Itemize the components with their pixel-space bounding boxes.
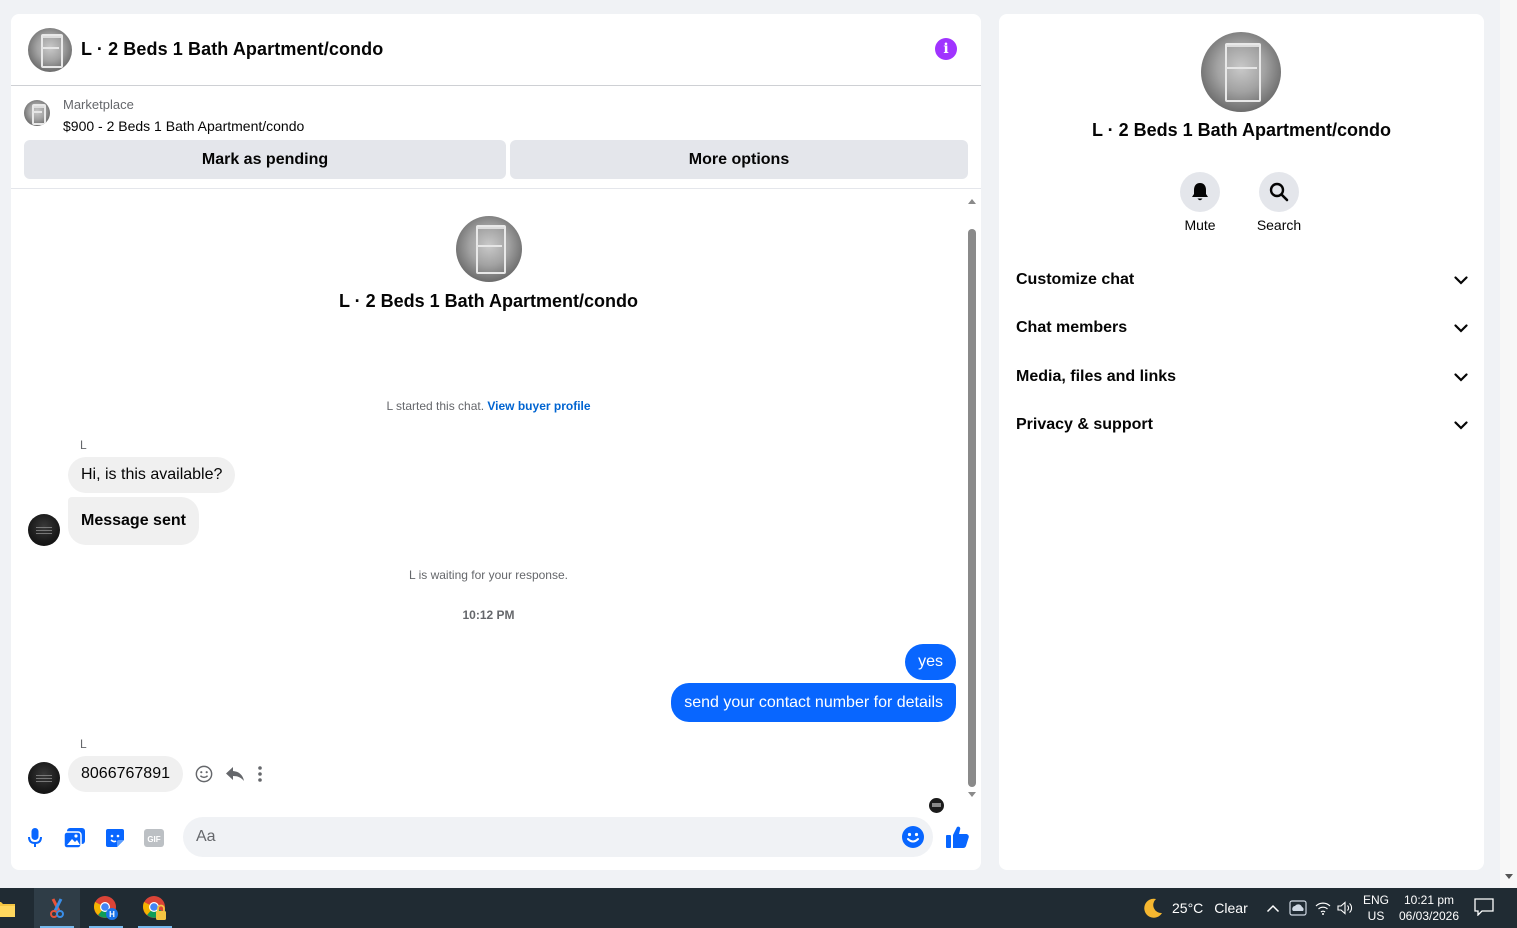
media-files-links-section[interactable]: Media, files and links <box>1016 357 1468 397</box>
search-label: Search <box>1256 217 1302 233</box>
incoming-message[interactable]: Message sent <box>68 497 199 545</box>
show-hidden-icons[interactable] <box>1266 888 1280 928</box>
customize-chat-section[interactable]: Customize chat <box>1016 260 1468 300</box>
listing-actions: Mark as pending More options <box>11 140 981 180</box>
gif-icon[interactable]: GIF <box>144 828 164 853</box>
scroll-down-arrow[interactable] <box>968 792 976 797</box>
listing-thumbnail <box>24 100 50 126</box>
chrome-profile-h-taskbar-icon[interactable]: H <box>83 888 129 928</box>
outgoing-message[interactable]: yes <box>905 644 956 680</box>
sticker-icon[interactable] <box>105 828 125 853</box>
chat-started-notice: L started this chat. View buyer profile <box>11 399 966 413</box>
weather-temp: 25°C <box>1172 900 1204 916</box>
bell-icon <box>1192 183 1208 201</box>
onedrive-icon[interactable] <box>1289 888 1307 928</box>
moon-icon <box>1144 898 1162 918</box>
message-actions <box>195 765 263 783</box>
mute-icon-circle[interactable] <box>1180 172 1220 212</box>
incoming-message[interactable]: Hi, is this available? <box>68 457 236 493</box>
search-button[interactable]: Search <box>1249 172 1309 233</box>
svg-text:GIF: GIF <box>147 835 160 844</box>
composer: GIF <box>11 816 981 860</box>
weather-desc: Clear <box>1214 900 1248 916</box>
sender-avatar[interactable] <box>28 514 60 546</box>
info-title: L · 2 Beds 1 Bath Apartment/condo <box>1091 120 1392 140</box>
weather-widget[interactable]: 25°C Clear <box>1142 888 1248 928</box>
message-input-container <box>183 817 933 857</box>
more-options-button[interactable]: More options <box>510 140 968 179</box>
sender-name: L <box>80 737 87 751</box>
mute-label: Mute <box>1184 217 1216 233</box>
clock-date: 06/03/2026 <box>1398 909 1460 923</box>
message-scrollbar-thumb[interactable] <box>968 229 976 787</box>
header-divider <box>11 180 981 189</box>
clock-time: 10:21 pm <box>1403 893 1455 907</box>
taskbar: H 25°C Clear ENG US 10:21 pm 06/03/2026 <box>0 888 1517 928</box>
sender-name: L <box>80 438 87 452</box>
chevron-down-icon <box>1454 323 1468 333</box>
microphone-icon[interactable] <box>28 828 42 853</box>
view-buyer-profile-link[interactable]: View buyer profile <box>487 399 590 413</box>
search-icon <box>1269 182 1289 202</box>
chevron-down-icon <box>1454 275 1468 285</box>
thread-avatar <box>456 216 522 282</box>
chat-started-text: L started this chat. <box>386 399 485 413</box>
chevron-down-icon <box>1454 372 1468 382</box>
like-icon[interactable] <box>946 826 969 853</box>
listing-title: $900 - 2 Beds 1 Bath Apartment/condo <box>63 118 305 134</box>
file-explorer-taskbar-icon[interactable] <box>0 888 21 928</box>
chat-avatar[interactable] <box>28 27 72 72</box>
language-code: ENG <box>1362 893 1389 907</box>
section-label: Customize chat <box>1016 271 1135 288</box>
mute-button[interactable]: Mute <box>1170 172 1230 233</box>
chat-panel: L · 2 Beds 1 Bath Apartment/condo i Mark… <box>11 14 981 870</box>
notification-icon[interactable] <box>1474 898 1494 921</box>
svg-text:H: H <box>109 910 115 919</box>
page-scroll-down-arrow[interactable] <box>1505 874 1513 879</box>
marketplace-listing[interactable]: Marketplace $900 - 2 Beds 1 Bath Apartme… <box>11 86 981 140</box>
message-input[interactable] <box>183 817 863 857</box>
chevron-down-icon <box>1454 420 1468 430</box>
privacy-support-section[interactable]: Privacy & support <box>1016 405 1468 445</box>
network-icon[interactable] <box>1315 888 1331 928</box>
clock[interactable]: 10:21 pm 06/03/2026 <box>1396 892 1462 924</box>
keyboard-region: US <box>1367 909 1385 923</box>
seen-receipt-avatar <box>929 798 944 813</box>
conversation-info-panel: L · 2 Beds 1 Bath Apartment/condo Mute S… <box>999 14 1484 870</box>
incoming-message[interactable]: 8066767891 <box>68 756 183 792</box>
emoji-icon[interactable] <box>902 826 924 853</box>
react-icon[interactable] <box>195 765 213 783</box>
language-indicator[interactable]: ENG US <box>1362 892 1390 924</box>
message-timestamp: 10:12 PM <box>462 608 515 622</box>
message-list[interactable]: L · 2 Beds 1 Bath Apartment/condo L star… <box>11 195 981 813</box>
section-label: Chat members <box>1016 319 1128 336</box>
chat-header: L · 2 Beds 1 Bath Apartment/condo i <box>11 14 981 86</box>
chevron-up-icon <box>1266 904 1280 912</box>
marketplace-label: Marketplace <box>63 97 134 112</box>
snipping-tool-taskbar-icon[interactable] <box>34 888 80 928</box>
more-icon[interactable] <box>257 765 263 783</box>
thread-title: L · 2 Beds 1 Bath Apartment/condo <box>338 291 639 311</box>
profile-avatar[interactable] <box>1201 32 1281 112</box>
chat-title[interactable]: L · 2 Beds 1 Bath Apartment/condo <box>81 39 383 60</box>
sender-avatar[interactable] <box>28 762 60 794</box>
section-label: Privacy & support <box>1016 416 1153 433</box>
scroll-up-arrow[interactable] <box>968 199 976 204</box>
reply-icon[interactable] <box>225 765 245 783</box>
chat-members-section[interactable]: Chat members <box>1016 308 1468 348</box>
search-icon-circle[interactable] <box>1259 172 1299 212</box>
photo-icon[interactable] <box>63 828 85 853</box>
page-scrollbar[interactable] <box>1500 0 1517 888</box>
chrome-profile-locked-taskbar-icon[interactable] <box>132 888 178 928</box>
section-label: Media, files and links <box>1016 368 1177 385</box>
outgoing-message[interactable]: send your contact number for details <box>671 683 956 722</box>
volume-icon[interactable] <box>1337 888 1353 928</box>
info-icon[interactable]: i <box>935 38 957 60</box>
waiting-notice: L is waiting for your response. <box>409 568 568 582</box>
mark-as-pending-button[interactable]: Mark as pending <box>24 140 506 179</box>
